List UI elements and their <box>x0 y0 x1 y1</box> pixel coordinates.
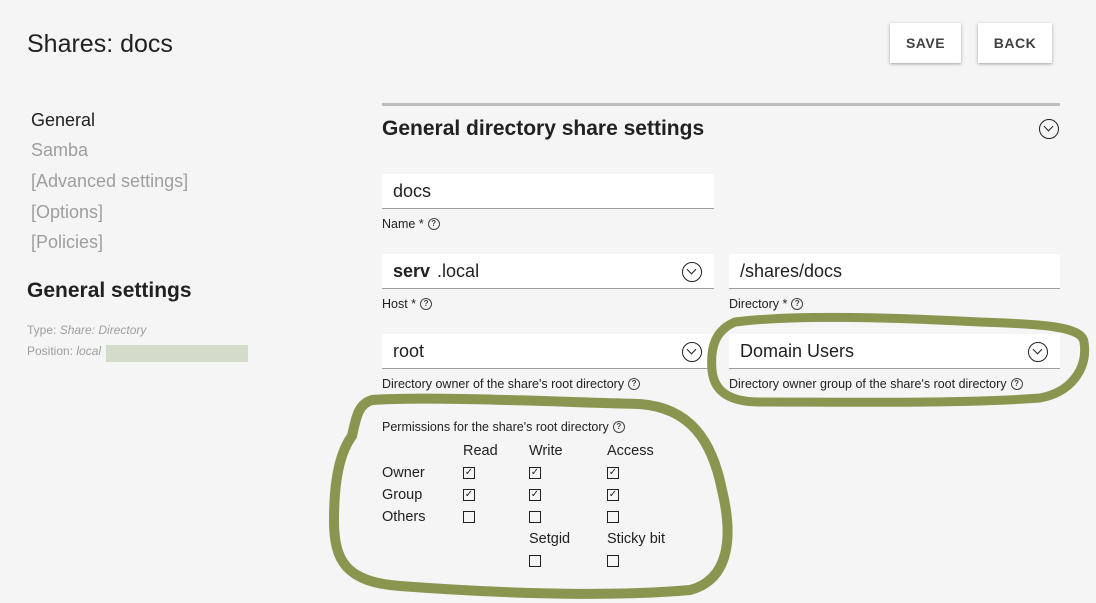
owner-select[interactable]: root <box>382 334 714 369</box>
owner-write-checkbox[interactable]: ✓ <box>529 467 541 479</box>
sidebar-item-general[interactable]: General <box>31 110 95 131</box>
section-title: General directory share settings <box>382 117 705 140</box>
sidebar-item-options[interactable]: [Options] <box>31 202 103 223</box>
name-label: Name * ? <box>382 217 440 231</box>
chevron-down-icon[interactable] <box>682 262 702 282</box>
column-header-write: Write <box>529 443 563 459</box>
setgid-checkbox[interactable] <box>529 555 541 567</box>
others-read-checkbox[interactable] <box>463 511 475 523</box>
host-select[interactable]: serv .local <box>382 254 714 289</box>
sidebar-item-samba[interactable]: Samba <box>31 140 88 161</box>
column-header-access: Access <box>607 443 654 459</box>
redaction-blur <box>106 345 248 362</box>
permissions-label: Permissions for the share's root directo… <box>382 420 625 434</box>
help-icon[interactable]: ? <box>628 378 641 390</box>
section-divider <box>382 103 1060 106</box>
setgid-label: Setgid <box>529 531 571 547</box>
row-label-others: Others <box>382 509 426 525</box>
directory-label: Directory * ? <box>729 297 804 311</box>
sidebar-item-advanced-settings[interactable]: [Advanced settings] <box>31 171 188 192</box>
group-write-checkbox[interactable]: ✓ <box>529 489 541 501</box>
back-button[interactable]: BACK <box>978 23 1052 63</box>
name-input[interactable]: docs <box>382 174 714 209</box>
column-header-read: Read <box>463 443 498 459</box>
sidebar-item-policies[interactable]: [Policies] <box>31 232 103 253</box>
owner-read-checkbox[interactable]: ✓ <box>463 467 475 479</box>
directory-input[interactable]: /shares/docs <box>729 254 1060 289</box>
group-read-checkbox[interactable]: ✓ <box>463 489 475 501</box>
help-icon[interactable]: ? <box>427 218 440 230</box>
page-title: Shares: docs <box>27 30 173 58</box>
object-type: Type: Share: Directory <box>27 323 147 337</box>
help-icon[interactable]: ? <box>612 421 625 433</box>
others-access-checkbox[interactable] <box>607 511 619 523</box>
help-icon[interactable]: ? <box>1010 378 1023 390</box>
object-position: Position: local <box>27 344 102 358</box>
sidebar-heading: General settings <box>27 279 192 302</box>
others-write-checkbox[interactable] <box>529 511 541 523</box>
save-button[interactable]: SAVE <box>890 23 961 63</box>
host-label: Host * ? <box>382 297 433 311</box>
help-icon[interactable]: ? <box>791 298 804 310</box>
group-label: Directory owner group of the share's roo… <box>729 377 1023 391</box>
group-select[interactable]: Domain Users <box>729 334 1060 369</box>
owner-access-checkbox[interactable]: ✓ <box>607 467 619 479</box>
row-label-group: Group <box>382 487 423 503</box>
owner-label: Directory owner of the share's root dire… <box>382 377 641 391</box>
chevron-down-icon[interactable] <box>682 342 702 362</box>
collapse-chevron-icon[interactable] <box>1039 119 1059 139</box>
sticky-bit-label: Sticky bit <box>607 531 666 547</box>
group-access-checkbox[interactable]: ✓ <box>607 489 619 501</box>
sticky-bit-checkbox[interactable] <box>607 555 619 567</box>
chevron-down-icon[interactable] <box>1028 342 1048 362</box>
row-label-owner: Owner <box>382 465 425 481</box>
help-icon[interactable]: ? <box>420 298 433 310</box>
